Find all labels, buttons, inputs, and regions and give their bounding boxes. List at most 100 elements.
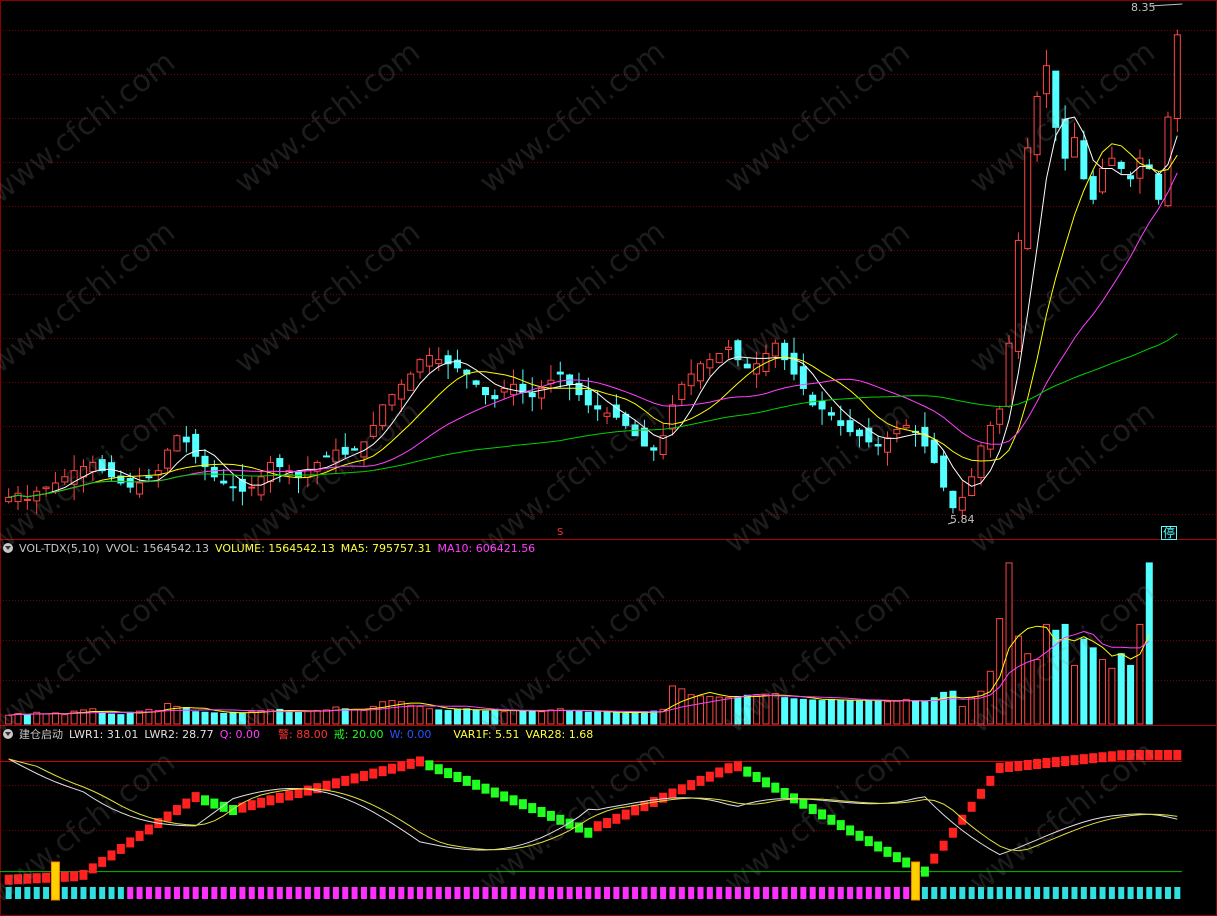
candle-body — [603, 412, 611, 417]
volume-bar — [154, 710, 162, 725]
volume-bar — [846, 700, 854, 725]
vol-indicator-name[interactable]: VOL-TDX(5,10) — [19, 542, 100, 555]
bottom-signal-bar — [295, 887, 302, 899]
signal-block — [565, 818, 574, 829]
candle-body — [192, 433, 200, 457]
volume-bar — [921, 701, 929, 725]
signal-block — [107, 850, 116, 861]
volume-bar — [1136, 623, 1144, 725]
candle-body — [884, 437, 891, 453]
bottom-signal-bar — [968, 887, 975, 899]
signal-block — [631, 805, 640, 816]
bottom-signal-bar — [753, 887, 760, 899]
bottom-signal-bar — [772, 887, 779, 899]
signal-block — [135, 830, 144, 841]
signal-block — [593, 821, 602, 832]
volume-bar — [968, 697, 976, 725]
volume-bar — [61, 714, 69, 725]
signal-block — [490, 787, 499, 798]
signal-block — [603, 818, 612, 828]
signal-block — [855, 830, 864, 841]
signal-block — [874, 841, 883, 852]
volume-bar — [220, 712, 228, 725]
w-value: W: 0.00 — [389, 728, 432, 741]
bottom-signal-bar — [276, 887, 283, 899]
bottom-signal-bar — [875, 887, 882, 899]
chart-canvas[interactable] — [0, 0, 1217, 916]
volume-bar — [1108, 667, 1116, 725]
signal-block — [528, 803, 537, 814]
bottom-signal-bar — [426, 887, 433, 899]
volume-bar — [556, 708, 564, 725]
var1f-value: VAR1F: 5.51 — [453, 728, 520, 741]
candle-body — [1089, 176, 1097, 200]
bottom-signal-bar — [1090, 887, 1097, 899]
volume-bar — [407, 704, 415, 725]
candle-body — [809, 394, 817, 406]
bottom-signal-bar — [1006, 887, 1013, 899]
volume-bar — [734, 695, 742, 725]
volume-bar — [940, 691, 948, 725]
signal-block — [761, 777, 770, 788]
signal-block — [668, 788, 677, 799]
signal-block — [780, 788, 789, 799]
signal-block — [584, 827, 593, 838]
signal-block — [60, 871, 69, 882]
bottom-signal-bar — [744, 887, 751, 899]
candle-body — [940, 455, 948, 488]
candle-body — [1042, 65, 1050, 95]
signal-block — [172, 805, 181, 816]
volume-bar — [5, 714, 13, 725]
bottom-signal-bar — [1099, 887, 1106, 899]
volume-bar — [416, 705, 424, 725]
signal-block — [1098, 752, 1107, 763]
signal-block — [462, 775, 471, 786]
indicator-name[interactable]: 建仓启动 — [19, 728, 63, 741]
candle-body — [996, 408, 1004, 425]
bottom-signal-bar — [1127, 887, 1134, 899]
volume-bar — [210, 712, 218, 725]
bottom-signal-bar — [388, 887, 395, 899]
volume-bar — [453, 708, 461, 725]
bottom-signal-bar — [1174, 887, 1181, 899]
bottom-signal-bar — [566, 887, 573, 899]
volume-bar — [697, 695, 705, 725]
dropdown-icon[interactable] — [3, 543, 13, 553]
bottom-signal-bar — [1071, 887, 1078, 899]
candle-body — [977, 445, 985, 478]
bottom-signal-bar — [585, 887, 592, 899]
bottom-signal-bar — [688, 887, 695, 899]
volume-bar — [622, 712, 630, 725]
volume-bar — [631, 711, 639, 725]
candle-body — [351, 448, 359, 451]
bottom-signal-bar — [893, 887, 900, 899]
bottom-signal-bar — [529, 887, 536, 899]
candle-body — [1005, 342, 1013, 407]
indicator-header: 建仓启动 LWR1: 31.01 LWR2: 28.77 Q: 0.00 警: 88.0… — [0, 726, 599, 744]
signal-block — [976, 788, 985, 799]
var28-value: VAR28: 1.68 — [525, 728, 594, 741]
signal-block — [574, 822, 583, 833]
signal-block — [387, 763, 396, 774]
volume-bar — [360, 710, 368, 725]
dropdown-icon[interactable] — [3, 729, 13, 739]
bottom-signal-bar — [819, 887, 826, 899]
bottom-signal-bar — [1080, 887, 1087, 899]
candle-body — [650, 447, 658, 451]
signal-block — [70, 871, 79, 882]
bottom-signal-bar — [987, 887, 994, 899]
bottom-signal-bar — [314, 887, 321, 899]
bottom-signal-bar — [632, 887, 639, 899]
signal-block — [98, 856, 107, 867]
lwr2-value: LWR2: 28.77 — [144, 728, 214, 741]
bottom-signal-bar — [781, 887, 788, 899]
bottom-signal-bar — [697, 887, 704, 899]
bottom-signal-bar — [604, 887, 611, 899]
candle-body — [584, 389, 592, 406]
volume-bar — [912, 700, 920, 725]
bottom-signal-bar — [856, 887, 863, 899]
bottom-signal-bar — [454, 887, 461, 899]
bottom-signal-bar — [239, 887, 246, 899]
signal-block — [771, 782, 780, 793]
bottom-signal-bar — [949, 887, 956, 899]
